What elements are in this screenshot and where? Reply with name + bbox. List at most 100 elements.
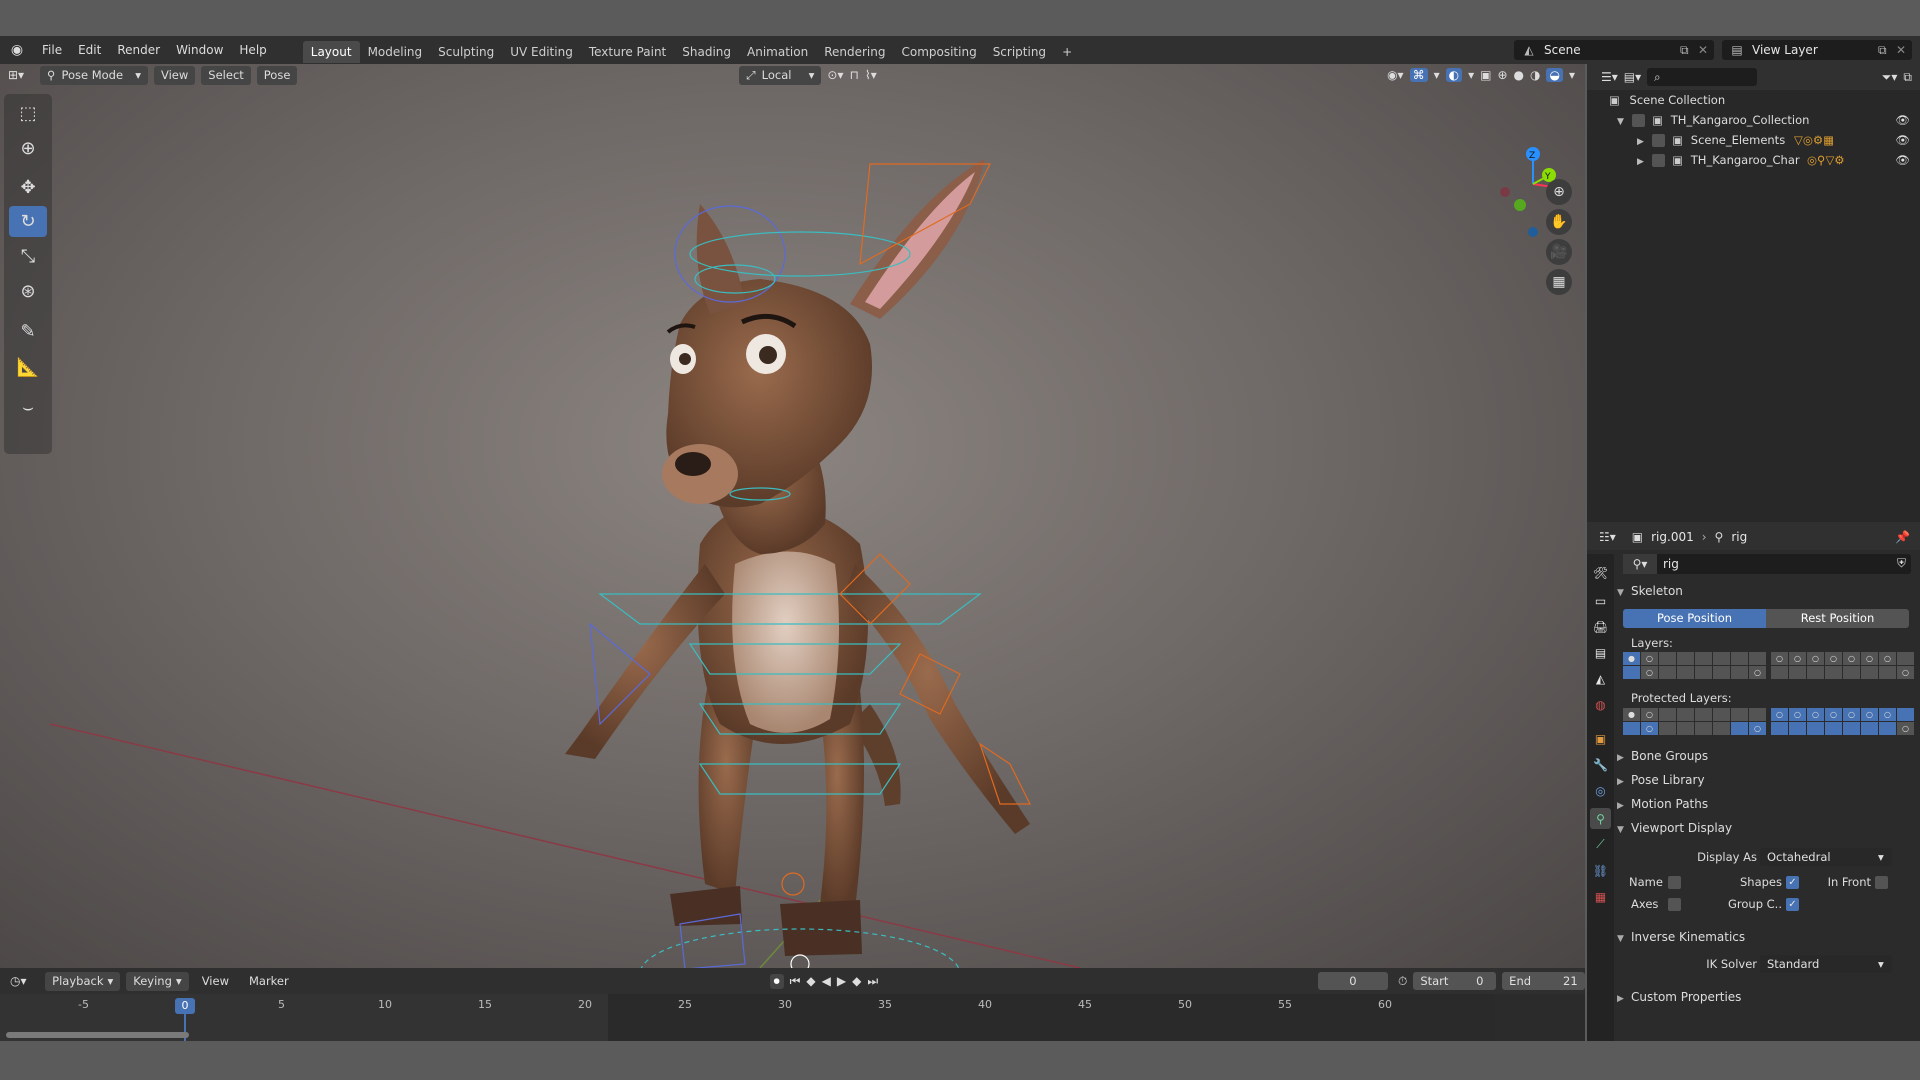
pan-button[interactable]: ✋ (1546, 209, 1572, 235)
eye-icon[interactable]: 👁 (1895, 150, 1910, 170)
solid-shading-icon[interactable]: ● (1514, 68, 1524, 82)
playhead-frame-badge[interactable]: 0 (175, 998, 195, 1014)
menu-help[interactable]: Help (231, 36, 274, 64)
eye-icon[interactable]: 👁 (1895, 110, 1910, 130)
shapes-checkbox[interactable]: ✓ (1786, 876, 1799, 889)
scene-selector[interactable]: ◭ Scene ⧉ ✕ (1514, 40, 1714, 60)
cursor-tool[interactable]: ⊕ (9, 133, 47, 164)
record-icon[interactable]: ⏺ (769, 973, 784, 989)
exclude-checkbox[interactable] (1631, 114, 1645, 127)
tab-rendering[interactable]: Rendering (816, 41, 893, 63)
chevron-down-icon[interactable]: ▾ (1569, 68, 1575, 82)
tab-uv-editing[interactable]: UV Editing (502, 41, 581, 63)
skeleton-panel-header[interactable]: ▼ Skeleton (1617, 580, 1917, 602)
mode-selector[interactable]: ⚲ Pose Mode ▾ (40, 65, 148, 85)
bone-tab[interactable]: ⟋ (1590, 834, 1611, 855)
measure-tool[interactable]: 📐 (9, 352, 47, 383)
prev-keyframe-icon[interactable]: ◆ (806, 974, 815, 988)
name-checkbox[interactable] (1668, 876, 1681, 889)
menu-window[interactable]: Window (168, 36, 231, 64)
bone-groups-panel-header[interactable]: ▶ Bone Groups (1617, 745, 1917, 767)
datablock-selector[interactable]: ⚲▾ rig (1623, 554, 1911, 574)
view-layer-tab[interactable]: ▤ (1590, 642, 1611, 663)
scale-tool[interactable]: ⤡ (9, 241, 47, 272)
editor-type-icon[interactable]: ⊞▾ (8, 68, 34, 82)
scene-tab[interactable]: ◭ (1590, 668, 1611, 689)
properties-editor-icon[interactable]: ☷▾ (1599, 530, 1616, 544)
outliner-row-scene-elements[interactable]: ▶ ▣ Scene_Elements ▽◎⚙▦ 👁 (1587, 130, 1920, 150)
tab-compositing[interactable]: Compositing (893, 41, 984, 63)
marker-menu[interactable]: Marker (242, 972, 296, 991)
camera-view-button[interactable]: 🎥 (1546, 239, 1572, 265)
chevron-down-icon[interactable]: ▾ (1468, 68, 1474, 82)
render-tab[interactable]: ▭ (1590, 590, 1611, 611)
menu-render[interactable]: Render (109, 36, 168, 64)
keying-menu[interactable]: Keying ▾ (126, 971, 189, 991)
visibility-icon[interactable]: ◉▾ (1387, 68, 1404, 82)
tab-animation[interactable]: Animation (739, 41, 816, 63)
transform-orientation-selector[interactable]: ⤢ Local ▾ (739, 65, 822, 85)
protected-layers-grid-left[interactable]: ● ○ ○ ○ (1623, 708, 1766, 735)
outliner-row-kangaroo-char[interactable]: ▶ ▣ TH_Kangaroo_Char ◎⚲▽⚙ 👁 (1587, 150, 1920, 170)
select-menu[interactable]: Select (201, 65, 251, 85)
display-as-dropdown[interactable]: Octahedral ▾ (1760, 848, 1892, 866)
xray-icon[interactable]: ▣ (1480, 68, 1491, 82)
gizmo-toggle-icon[interactable]: ⌘ (1409, 68, 1428, 82)
end-frame-field[interactable]: End 21 (1502, 972, 1586, 990)
modifier-tab[interactable]: 🔧 (1590, 754, 1611, 775)
exclude-checkbox[interactable] (1651, 154, 1665, 167)
add-workspace-button[interactable]: + (1054, 41, 1080, 63)
tab-shading[interactable]: Shading (674, 41, 739, 63)
perspective-toggle-button[interactable]: ▦ (1546, 269, 1572, 295)
wireframe-shading-icon[interactable]: ⊕ (1497, 68, 1507, 82)
expand-toggle-icon[interactable]: ▶ (1637, 137, 1644, 147)
timeline-scrollbar[interactable] (6, 1032, 189, 1038)
clock-icon[interactable]: ⏱ (1398, 974, 1407, 989)
layers-grid-left[interactable]: ● ○ ○ ○ (1623, 652, 1766, 679)
jump-start-icon[interactable]: ⏮ (790, 974, 801, 989)
ik-solver-dropdown[interactable]: Standard ▾ (1760, 955, 1892, 973)
custom-properties-panel-header[interactable]: ▶ Custom Properties (1617, 986, 1917, 1008)
move-tool[interactable]: ✥ (9, 172, 47, 203)
display-mode-icon[interactable]: ▤▾ (1624, 70, 1641, 84)
current-frame-field[interactable]: 0 (1317, 972, 1388, 990)
expand-toggle-icon[interactable]: ▶ (1637, 157, 1644, 167)
rotate-tool[interactable]: ↻ (9, 206, 47, 237)
viewport-display-panel-header[interactable]: ▼ Viewport Display (1617, 817, 1917, 839)
next-keyframe-icon[interactable]: ◆ (852, 974, 861, 988)
eye-icon[interactable]: 👁 (1895, 130, 1910, 150)
timeline-editor-icon[interactable]: ◷▾ (10, 974, 39, 988)
play-icon[interactable]: ▶ (837, 974, 846, 988)
zoom-button[interactable]: ⊕ (1546, 179, 1572, 205)
object-tab[interactable]: ▣ (1590, 728, 1611, 749)
output-tab[interactable]: 🖨 (1590, 616, 1611, 637)
view-menu[interactable]: View (154, 65, 196, 85)
play-reverse-icon[interactable]: ◀ (822, 974, 831, 988)
rest-position-button[interactable]: Rest Position (1766, 609, 1909, 628)
select-box-tool[interactable]: ⬚ (9, 98, 47, 129)
remove-scene-icon[interactable]: ✕ (1698, 43, 1714, 57)
outliner[interactable]: ☰▾ ▤▾ ⌕ ⏷▾ ⧉ ▣ Scene Collection ▼ ▣ TH_K… (1587, 64, 1920, 522)
transform-tool[interactable]: ⊛ (9, 276, 47, 307)
snap-icon[interactable]: ⊓ (850, 68, 859, 82)
blender-logo-icon[interactable]: ◉ (0, 36, 34, 64)
pivot-point-icon[interactable]: ⊙▾ (827, 68, 843, 82)
tab-scripting[interactable]: Scripting (985, 41, 1054, 63)
tab-texture-paint[interactable]: Texture Paint (581, 41, 674, 63)
bend-tool[interactable]: ⌣ (9, 392, 47, 423)
armature-data-tab[interactable]: ⚲ (1590, 808, 1611, 829)
overlay-toggle-icon[interactable]: ◐ (1445, 68, 1463, 82)
menu-file[interactable]: File (34, 36, 70, 64)
texture-tab[interactable]: ▦ (1590, 886, 1611, 907)
tab-sculpting[interactable]: Sculpting (430, 41, 502, 63)
physics-tab[interactable]: ◎ (1590, 780, 1611, 801)
fake-user-icon[interactable]: ⛨ (1897, 556, 1906, 571)
timeline-view-menu[interactable]: View (195, 972, 236, 991)
remove-view-layer-icon[interactable]: ✕ (1896, 43, 1912, 57)
outliner-search-input[interactable]: ⌕ (1647, 68, 1758, 86)
material-shading-icon[interactable]: ◑ (1530, 68, 1540, 82)
tool-tab[interactable]: 🛠 (1590, 562, 1611, 583)
proportional-edit-icon[interactable]: ⌇▾ (865, 68, 877, 82)
annotate-tool[interactable]: ✎ (9, 316, 47, 347)
jump-end-icon[interactable]: ⏭ (867, 974, 878, 989)
